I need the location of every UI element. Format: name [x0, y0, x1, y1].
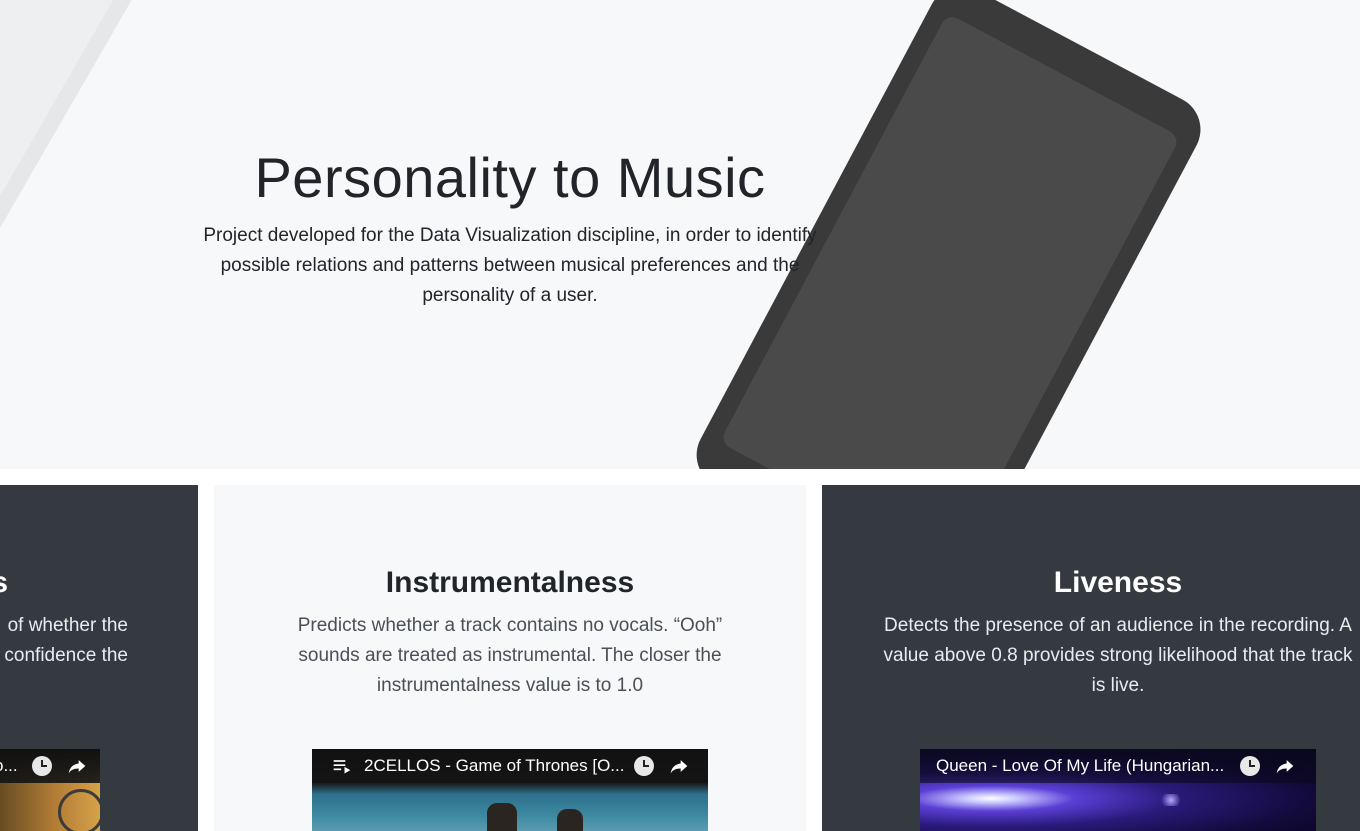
share-icon[interactable]: [66, 756, 88, 776]
page: Personality to Music Project developed f…: [0, 0, 1360, 831]
video-title[interactable]: o...: [0, 756, 28, 776]
share-icon[interactable]: [1274, 756, 1296, 776]
video-title-bar: o...: [0, 749, 100, 783]
hero-description: Project developed for the Data Visualiza…: [203, 225, 817, 306]
clock-icon[interactable]: [634, 756, 654, 776]
card-description-line: confidence the: [4, 645, 128, 666]
video-thumbnail-logo: [58, 789, 100, 831]
feature-card-partial: s of whether the confidence the o...: [0, 485, 198, 831]
hero-section: Personality to Music Project developed f…: [0, 0, 1360, 469]
background-device-illustration: [0, 0, 156, 271]
card-title: s: [0, 566, 8, 600]
video-title[interactable]: Queen - Love Of My Life (Hungarian...: [936, 756, 1232, 776]
video-title[interactable]: 2CELLOS - Game of Thrones [O...: [364, 756, 628, 776]
card-description: Predicts whether a track contains no voc…: [297, 615, 723, 696]
youtube-embed[interactable]: 2CELLOS - Game of Thrones [O...: [312, 749, 708, 831]
hero-title: Personality to Music: [254, 146, 766, 209]
youtube-embed[interactable]: o...: [0, 749, 100, 831]
feature-card-liveness: Liveness Detects the presence of an audi…: [822, 485, 1360, 831]
video-thumbnail-figure: [487, 803, 517, 831]
card-title: Instrumentalness: [385, 566, 635, 599]
video-thumbnail-figure: [557, 809, 583, 831]
video-title-bar: Queen - Love Of My Life (Hungarian...: [920, 749, 1316, 783]
video-thumbnail-lights: [1156, 794, 1186, 806]
video-title-bar: 2CELLOS - Game of Thrones [O...: [312, 749, 708, 783]
clock-icon[interactable]: [32, 756, 52, 776]
card-description: Detects the presence of an audience in t…: [883, 615, 1353, 696]
card-description: of whether the confidence the: [0, 611, 128, 671]
playlist-icon[interactable]: [332, 756, 352, 776]
card-description-line: of whether the: [7, 615, 128, 636]
feature-card-instrumentalness: Instrumentalness Predicts whether a trac…: [214, 485, 806, 831]
card-title: Liveness: [1053, 566, 1183, 599]
youtube-embed[interactable]: Queen - Love Of My Life (Hungarian...: [920, 749, 1316, 831]
share-icon[interactable]: [668, 756, 690, 776]
clock-icon[interactable]: [1240, 756, 1260, 776]
